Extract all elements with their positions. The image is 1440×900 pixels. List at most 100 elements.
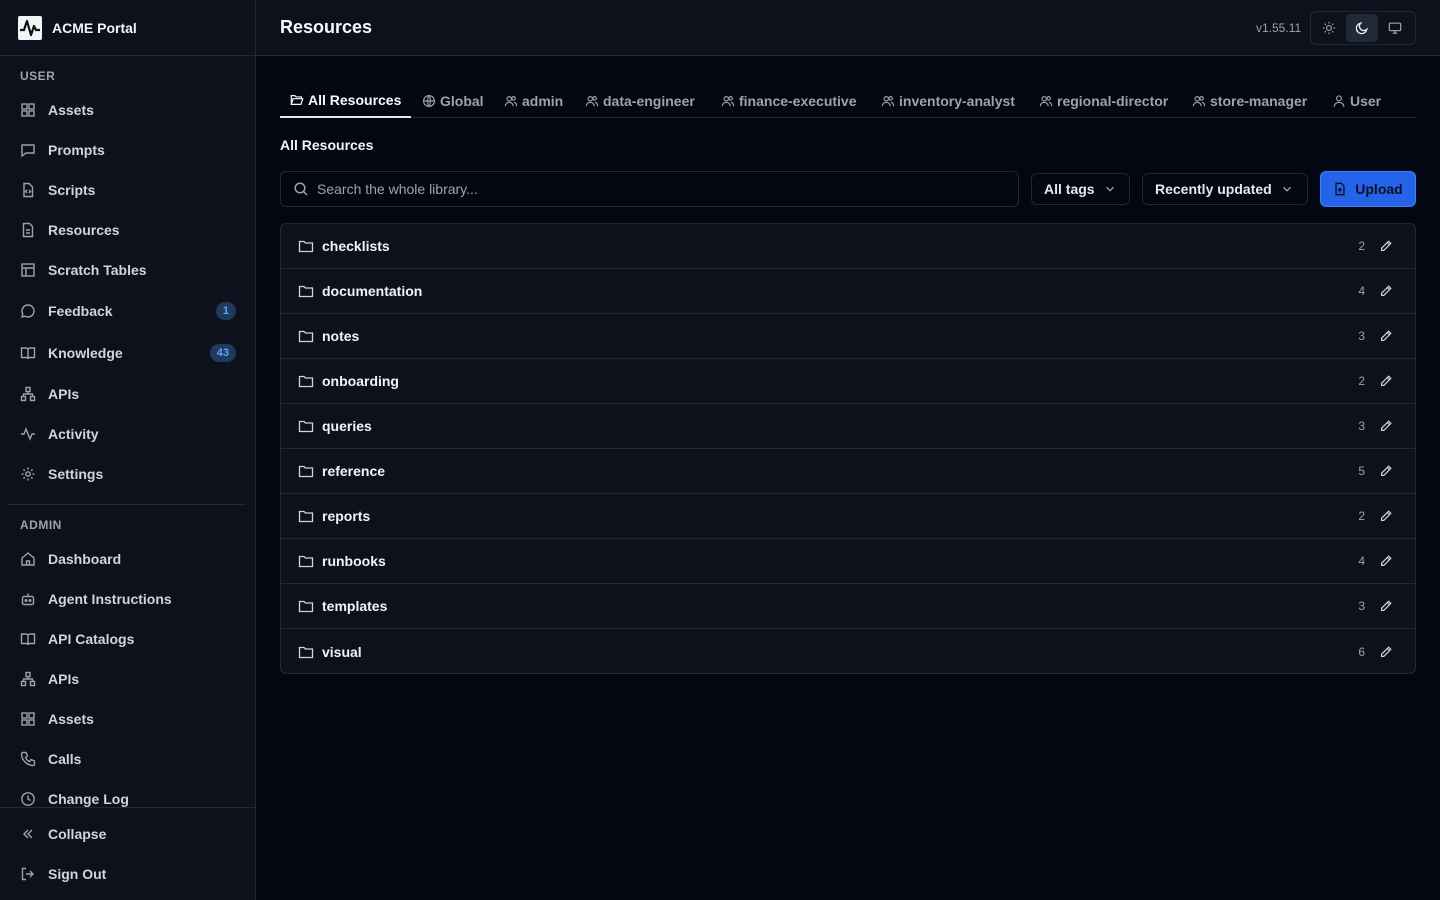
pencil-icon[interactable] xyxy=(1379,554,1393,568)
folder-count: 2 xyxy=(1358,509,1365,523)
bot-icon xyxy=(21,593,35,606)
pencil-icon[interactable] xyxy=(1379,645,1393,659)
file-icon xyxy=(22,222,34,238)
users-icon xyxy=(1192,96,1206,107)
folder-row-templates[interactable]: templates 3 xyxy=(281,584,1415,629)
sidebar-item-calls[interactable]: Calls xyxy=(8,741,248,777)
log-out-icon xyxy=(21,867,34,881)
folder-row-visual[interactable]: visual 6 xyxy=(281,629,1415,673)
tab-admin[interactable]: admin xyxy=(494,84,573,118)
grid-icon xyxy=(21,103,35,117)
users-icon xyxy=(881,96,895,107)
folder-row-notes[interactable]: notes 3 xyxy=(281,314,1415,359)
pencil-icon[interactable] xyxy=(1379,509,1393,523)
folder-row-reference[interactable]: reference 5 xyxy=(281,449,1415,494)
tab-finance-executive[interactable]: finance-executive xyxy=(711,84,867,118)
tag-filter-select[interactable]: All tags xyxy=(1031,173,1130,205)
system-theme-button[interactable] xyxy=(1380,14,1411,42)
pencil-icon[interactable] xyxy=(1379,239,1393,253)
folder-list: checklists 2 documentation 4 notes 3 onb… xyxy=(280,223,1416,674)
search-input[interactable] xyxy=(317,181,997,197)
folder-icon xyxy=(298,646,314,658)
sidebar-item-agent-instructions[interactable]: Agent Instructions xyxy=(8,581,248,617)
sign-out-button[interactable]: Sign Out xyxy=(8,856,248,892)
folder-name: queries xyxy=(322,418,372,434)
tab-label: admin xyxy=(522,93,564,109)
folder-count: 4 xyxy=(1358,554,1365,568)
pencil-icon[interactable] xyxy=(1379,329,1393,343)
collapse-button[interactable]: Collapse xyxy=(8,816,248,852)
tab-data-engineer[interactable]: data-engineer xyxy=(575,84,705,118)
sidebar-item-scripts[interactable]: Scripts xyxy=(8,172,248,208)
folder-icon xyxy=(298,600,314,613)
upload-button[interactable]: Upload xyxy=(1320,171,1416,207)
sidebar-item-label: Activity xyxy=(48,426,99,442)
folder-name: onboarding xyxy=(322,373,399,389)
sidebar-item-settings[interactable]: Settings xyxy=(8,456,248,492)
sidebar-item-admin-assets[interactable]: Assets xyxy=(8,701,248,737)
sort-select[interactable]: Recently updated xyxy=(1142,173,1308,205)
brand[interactable]: ACME Portal xyxy=(0,0,255,56)
sidebar-item-label: Knowledge xyxy=(48,345,123,361)
folder-row-reports[interactable]: reports 2 xyxy=(281,494,1415,539)
pencil-icon[interactable] xyxy=(1379,374,1393,388)
file-code-icon xyxy=(23,182,34,198)
version-label: v1.55.11 xyxy=(1256,21,1302,35)
users-icon xyxy=(1039,96,1053,107)
book-open-icon xyxy=(20,347,36,360)
tab-regional-director[interactable]: regional-director xyxy=(1029,84,1178,118)
sidebar-item-label: Settings xyxy=(48,466,104,482)
sidebar-item-assets[interactable]: Assets xyxy=(8,92,248,128)
folder-icon xyxy=(298,420,314,433)
globe-icon xyxy=(423,95,435,107)
sidebar-item-scratch-tables[interactable]: Scratch Tables xyxy=(8,252,248,288)
folder-row-onboarding[interactable]: onboarding 2 xyxy=(281,359,1415,404)
upload-label: Upload xyxy=(1355,181,1403,197)
tab-store-manager[interactable]: store-manager xyxy=(1182,84,1317,118)
sidebar-item-dashboard[interactable]: Dashboard xyxy=(8,541,248,577)
folder-icon xyxy=(298,375,314,388)
folder-row-runbooks[interactable]: runbooks 4 xyxy=(281,539,1415,584)
folder-row-queries[interactable]: queries 3 xyxy=(281,404,1415,449)
file-upload-icon xyxy=(1335,182,1345,196)
tab-label: inventory-analyst xyxy=(899,93,1015,109)
tab-global[interactable]: Global xyxy=(412,84,494,118)
pencil-icon[interactable] xyxy=(1379,284,1393,298)
sidebar-item-activity[interactable]: Activity xyxy=(8,416,248,452)
sidebar-item-label: Feedback xyxy=(48,303,113,319)
folder-icon xyxy=(298,555,314,568)
admin-section-label: ADMIN xyxy=(20,518,62,532)
tab-label: data-engineer xyxy=(603,93,695,109)
sidebar-item-resources[interactable]: Resources xyxy=(8,212,248,248)
sidebar-item-apis[interactable]: APIs xyxy=(8,376,248,412)
folder-row-documentation[interactable]: documentation 4 xyxy=(281,269,1415,314)
folder-count: 3 xyxy=(1358,599,1365,613)
tab-label: regional-director xyxy=(1057,93,1169,109)
users-icon xyxy=(585,96,599,107)
folder-row-checklists[interactable]: checklists 2 xyxy=(281,224,1415,269)
folder-name: reference xyxy=(322,463,386,479)
folder-icon xyxy=(298,510,314,523)
light-theme-button[interactable] xyxy=(1313,14,1344,42)
folder-name: runbooks xyxy=(322,553,386,569)
sidebar-item-label: Assets xyxy=(48,102,94,118)
chevron-down-icon xyxy=(1282,186,1291,192)
search-icon xyxy=(294,182,308,196)
pencil-icon[interactable] xyxy=(1379,464,1393,478)
tab-inventory-analyst[interactable]: inventory-analyst xyxy=(871,84,1025,118)
message-square-icon xyxy=(21,144,35,158)
tab-user[interactable]: User xyxy=(1322,84,1391,118)
search-box xyxy=(280,171,1019,207)
sidebar-item-prompts[interactable]: Prompts xyxy=(8,132,248,168)
pencil-icon[interactable] xyxy=(1379,419,1393,433)
folder-icon xyxy=(298,330,314,343)
pencil-icon[interactable] xyxy=(1379,599,1393,613)
knowledge-count-badge: 43 xyxy=(209,344,236,362)
sidebar-item-label: Agent Instructions xyxy=(48,591,172,607)
sidebar-item-knowledge[interactable]: Knowledge 43 xyxy=(8,335,248,371)
sidebar-item-api-catalogs[interactable]: API Catalogs xyxy=(8,621,248,657)
dark-theme-button[interactable] xyxy=(1346,14,1378,42)
tab-all-resources[interactable]: All Resources xyxy=(280,84,412,118)
sidebar-item-admin-apis[interactable]: APIs xyxy=(8,661,248,697)
sidebar-item-feedback[interactable]: Feedback 1 xyxy=(8,293,248,329)
